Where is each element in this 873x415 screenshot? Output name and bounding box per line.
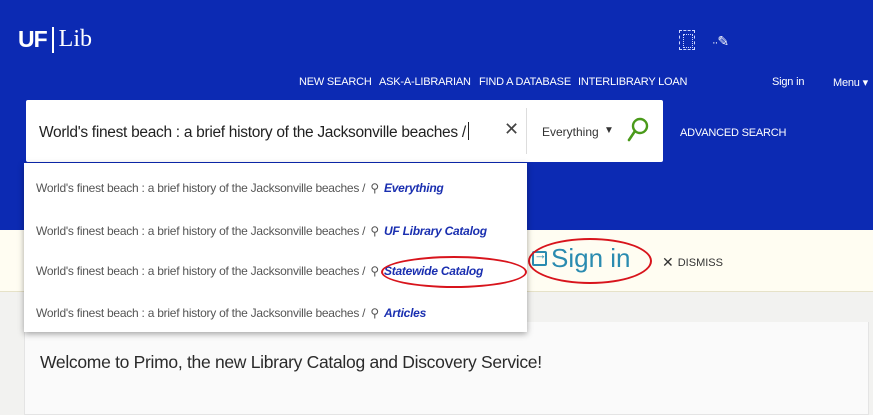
- sign-in-link[interactable]: Sign in: [772, 76, 804, 88]
- search-icon: ⚲: [370, 224, 379, 238]
- scope-select[interactable]: Everything: [542, 125, 599, 139]
- logo-uf: UF: [18, 26, 48, 52]
- nav-new-search[interactable]: NEW SEARCH: [299, 76, 372, 88]
- annotation-circle-sign-in: [528, 238, 652, 284]
- suggestion-scope: Everything: [383, 181, 444, 195]
- qr-code-icon[interactable]: [679, 30, 695, 50]
- search-query: World's finest beach : a brief history o…: [39, 124, 466, 141]
- search-icon: ⚲: [370, 306, 379, 320]
- text-caret: [467, 122, 469, 140]
- suggestion-text: World's finest beach : a brief history o…: [36, 264, 366, 278]
- suggestion-articles[interactable]: World's finest beach : a brief history o…: [36, 306, 426, 320]
- uflib-logo[interactable]: UF Lib: [18, 26, 92, 53]
- dismiss-label: DISMISS: [677, 256, 723, 269]
- suggestion-text: World's finest beach : a brief history o…: [36, 224, 366, 238]
- suggestions-dropdown: World's finest beach : a brief history o…: [24, 163, 527, 332]
- suggestion-scope: Articles: [383, 306, 427, 320]
- dismiss-button[interactable]: ✕ DISMISS: [662, 254, 723, 271]
- search-icon: ⚲: [370, 264, 379, 278]
- suggestion-everything[interactable]: World's finest beach : a brief history o…: [36, 181, 444, 195]
- annotation-circle-statewide-catalog: [381, 256, 527, 288]
- logo-divider: [51, 26, 54, 53]
- menu-button[interactable]: Menu ▾: [833, 76, 868, 89]
- search-box[interactable]: World's finest beach : a brief history o…: [26, 100, 663, 162]
- nav-interlibrary-loan[interactable]: INTERLIBRARY LOAN: [578, 76, 687, 88]
- suggestion-scope: UF Library Catalog: [383, 224, 487, 238]
- nav-find-a-database[interactable]: FIND A DATABASE: [479, 76, 571, 88]
- pin-icon[interactable]: ··✎: [712, 33, 729, 50]
- search-input[interactable]: World's finest beach : a brief history o…: [39, 122, 469, 142]
- suggestion-uf-library-catalog[interactable]: World's finest beach : a brief history o…: [36, 224, 487, 238]
- suggestion-text: World's finest beach : a brief history o…: [36, 306, 366, 320]
- search-divider: [526, 108, 527, 154]
- scope-dropdown-icon[interactable]: ▼: [604, 125, 614, 136]
- advanced-search-link[interactable]: ADVANCED SEARCH: [680, 127, 786, 139]
- search-icon: ⚲: [370, 181, 379, 195]
- welcome-message: Welcome to Primo, the new Library Catalo…: [40, 352, 542, 372]
- clear-search-icon[interactable]: ✕: [504, 119, 519, 140]
- suggestion-text: World's finest beach : a brief history o…: [36, 181, 366, 195]
- logo-lib: Lib: [58, 26, 92, 52]
- nav-ask-a-librarian[interactable]: ASK-A-LIBRARIAN: [379, 76, 471, 88]
- search-icon[interactable]: [626, 116, 650, 144]
- dismiss-icon: ✕: [662, 254, 674, 270]
